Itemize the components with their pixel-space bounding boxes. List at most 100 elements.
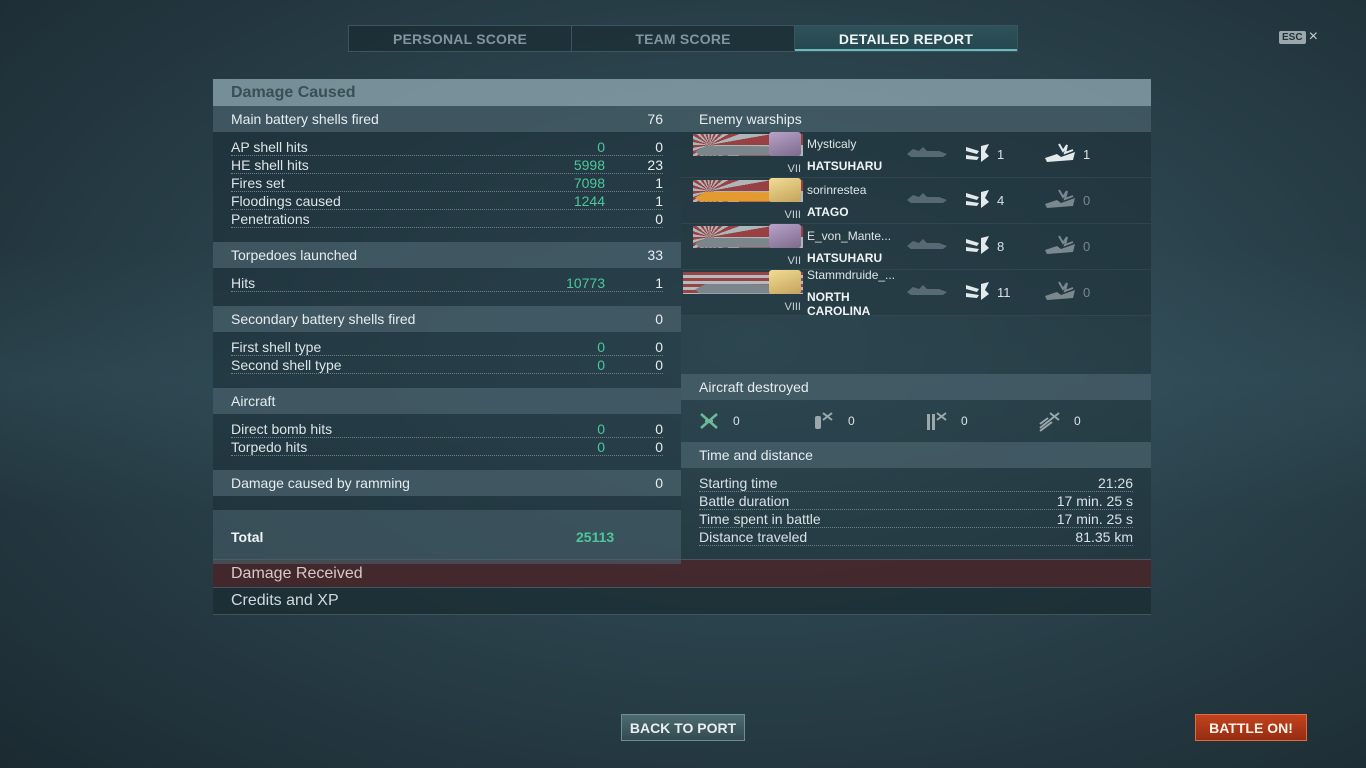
catapult-plane-icon	[1039, 412, 1060, 432]
ship-hits: 4	[963, 188, 1033, 213]
stat-row: Fires set 7098 1	[231, 174, 663, 192]
destroyed-count: 1	[1083, 147, 1091, 162]
stat-label: Penetrations	[231, 210, 310, 227]
air-stat: 0	[925, 410, 1038, 432]
player-name: Stammdruide_...	[807, 267, 896, 282]
ship-type-icon	[905, 191, 953, 210]
stat-damage: 0	[597, 356, 605, 373]
time-row: Starting time 21:26	[699, 474, 1133, 492]
secondary-battery-header: Secondary battery shells fired 0	[213, 306, 681, 332]
stat-damage: 10773	[566, 274, 605, 291]
section-value: 76	[647, 111, 663, 127]
section-value: 0	[655, 475, 663, 491]
tab-personal-score[interactable]: PERSONAL SCORE	[349, 26, 572, 51]
ship-tier: VII	[787, 254, 801, 267]
ship-destroyed: 0	[1043, 280, 1113, 305]
destroyed-count: 0	[1083, 285, 1091, 300]
time-label: Battle duration	[699, 492, 790, 509]
credits-xp-section[interactable]: Credits and XP	[213, 587, 1151, 615]
stat-count: 0	[655, 420, 663, 437]
hit-icon	[963, 188, 997, 213]
stat-damage: 0	[597, 420, 605, 437]
ship-hits: 1	[963, 142, 1033, 167]
hit-icon	[963, 142, 997, 167]
fighter-crossed-icon	[700, 413, 718, 429]
hit-icon	[963, 280, 997, 305]
torpedo-bomber-icon	[927, 412, 947, 430]
hit-icon	[963, 234, 997, 259]
damage-caused-breakdown: Main battery shells fired 76 AP shell hi…	[213, 106, 681, 564]
ship-type-icon	[905, 145, 953, 164]
time-value: 17 min. 25 s	[1056, 492, 1133, 509]
hit-count: 11	[997, 285, 1011, 300]
ship-image: VII	[681, 223, 803, 270]
stat-count: 1	[655, 274, 663, 291]
section-value: 33	[647, 247, 663, 263]
time-value: 81.35 km	[1075, 528, 1133, 545]
ramming-header: Damage caused by ramming 0	[213, 470, 681, 496]
stat-count: 0	[655, 356, 663, 373]
ship-tier: VII	[787, 162, 801, 175]
section-label: Damage caused by ramming	[231, 475, 410, 491]
ship-image: VIII	[681, 177, 803, 224]
hit-count: 1	[997, 147, 1005, 162]
commander-portrait	[769, 269, 801, 294]
hit-count: 4	[997, 193, 1005, 208]
ship-name: NORTH CAROLINA	[807, 289, 871, 318]
tab-team-score[interactable]: TEAM SCORE	[572, 26, 795, 51]
enemy-warships-header: Enemy warships	[681, 106, 1151, 132]
report-panel: Damage Caused Main battery shells fired …	[213, 79, 1151, 615]
damage-caused-header[interactable]: Damage Caused	[213, 79, 1151, 106]
player-name: Mysticaly	[807, 136, 857, 151]
time-label: Time spent in battle	[699, 510, 821, 527]
stat-row: Penetrations 0	[231, 210, 663, 228]
section-value: 0	[655, 311, 663, 327]
enemy-ship-row[interactable]: VII Mysticaly HATSUHARU 1 1	[681, 131, 1151, 178]
enemy-ship-list: VII Mysticaly HATSUHARU 1 1 VIII sorinrestea AT…	[681, 131, 1151, 318]
stat-damage: 5998	[573, 156, 605, 173]
tab-detailed-report[interactable]: DETAILED REPORT	[795, 26, 1017, 51]
hit-count: 8	[997, 239, 1005, 254]
air-stat: 0	[812, 410, 925, 432]
enemy-ship-row[interactable]: VIII sorinrestea ATAGO 4 0	[681, 177, 1151, 224]
ship-tier: VIII	[784, 208, 801, 221]
destroyed-icon	[1043, 280, 1083, 305]
air-value: 0	[848, 414, 855, 428]
esc-close-button[interactable]: ESC ×	[1279, 29, 1318, 45]
ship-name: HATSUHARU	[807, 158, 883, 173]
commander-portrait	[769, 131, 801, 156]
total-damage: 25113	[576, 529, 615, 545]
tab-bar: PERSONAL SCORE TEAM SCORE DETAILED REPOR…	[348, 25, 1018, 52]
time-row: Time spent in battle 17 min. 25 s	[699, 510, 1133, 528]
stat-label: Torpedo hits	[231, 438, 308, 455]
dive-bomber-icon	[815, 412, 833, 429]
stat-label: Floodings caused	[231, 192, 341, 209]
enemy-ship-row[interactable]: VIII Stammdruide_... NORTH CAROLINA 11 0	[681, 267, 1151, 318]
air-value: 0	[1074, 414, 1081, 428]
total-label: Total	[231, 529, 264, 545]
section-label: Aircraft	[231, 393, 276, 409]
stat-damage: 7098	[573, 174, 605, 191]
time-label: Starting time	[699, 474, 778, 491]
back-to-port-button[interactable]: BACK TO PORT	[621, 714, 745, 741]
stat-damage: 1244	[573, 192, 605, 209]
section-label: Time and distance	[699, 447, 813, 463]
stat-count: 0	[655, 438, 663, 455]
stat-label: First shell type	[231, 338, 322, 355]
section-label: Credits and XP	[231, 592, 339, 609]
enemy-ship-row[interactable]: VII E_von_Mante... HATSUHARU 8 0	[681, 223, 1151, 270]
stat-row: HE shell hits 5998 23	[231, 156, 663, 174]
section-label: Secondary battery shells fired	[231, 311, 416, 327]
close-icon[interactable]: ×	[1309, 29, 1318, 45]
stat-row: AP shell hits 0 0	[231, 138, 663, 156]
stat-row: Floodings caused 1244 1	[231, 192, 663, 210]
section-label: Torpedoes launched	[231, 247, 358, 263]
stat-label: Second shell type	[231, 356, 342, 373]
aircraft-destroyed-row: 0 0 0 0	[681, 400, 1151, 442]
battle-on-button[interactable]: BATTLE ON!	[1195, 714, 1307, 741]
time-value: 21:26	[1097, 474, 1133, 491]
destroyed-count: 0	[1083, 239, 1091, 254]
stat-damage: 0	[597, 338, 605, 355]
ship-destroyed: 1	[1043, 142, 1113, 167]
ship-hits: 11	[963, 280, 1033, 305]
